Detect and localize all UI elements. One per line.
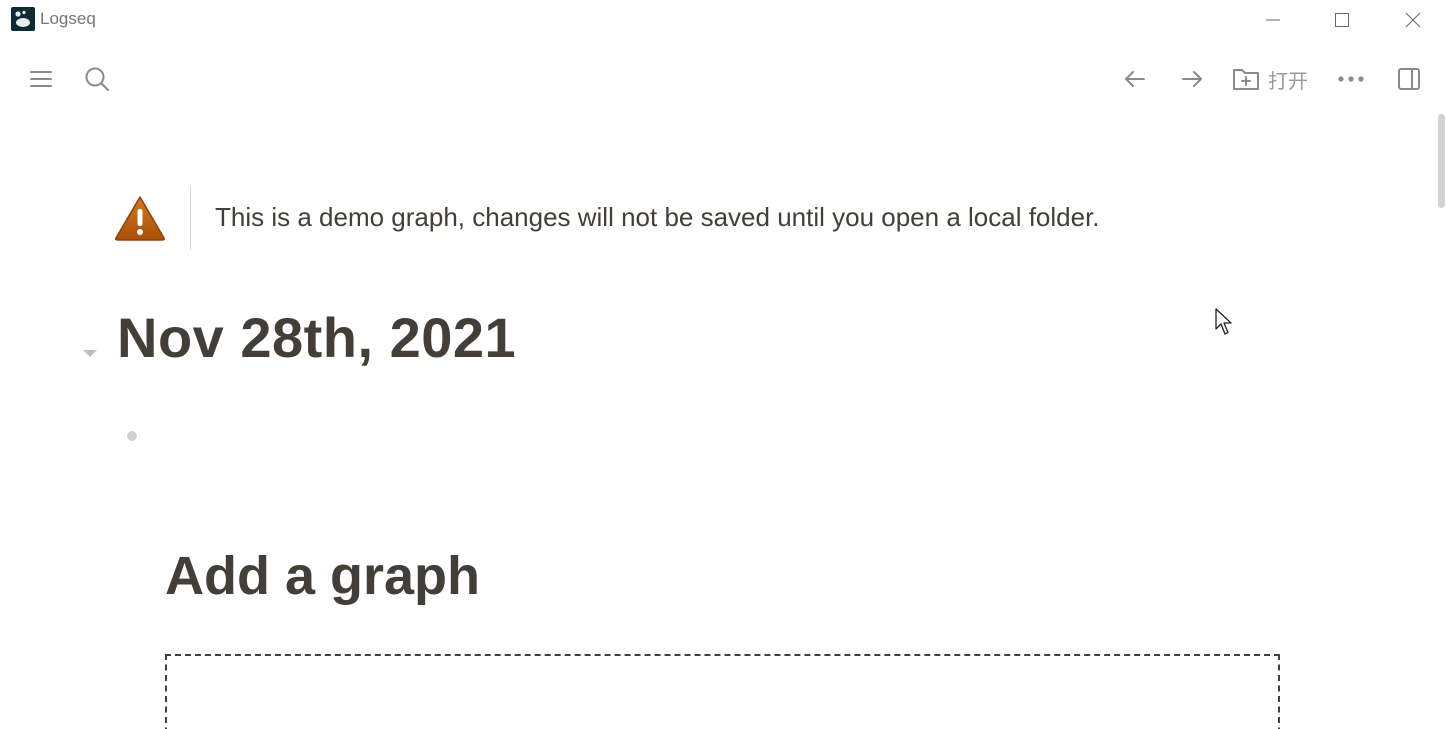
search-icon <box>85 67 109 91</box>
navigate-back-button[interactable] <box>1118 62 1152 96</box>
close-button[interactable] <box>1384 0 1442 40</box>
arrow-right-icon <box>1182 71 1202 87</box>
maximize-button[interactable] <box>1313 0 1371 40</box>
warning-icon <box>115 196 165 241</box>
close-icon <box>1405 12 1421 28</box>
logseq-logo-icon <box>11 7 35 31</box>
journal-page-title[interactable]: Nov 28th, 2021 <box>117 305 516 370</box>
open-folder-button[interactable]: 打开 <box>1232 62 1314 96</box>
maximize-icon <box>1335 13 1349 27</box>
navigate-forward-button[interactable] <box>1175 62 1209 96</box>
folder-plus-icon <box>1233 69 1259 90</box>
window-title: Logseq <box>40 9 96 28</box>
right-sidebar-toggle-button[interactable] <box>1392 62 1426 96</box>
logseq-window: Logseq 打开 This is a demo graph, changes … <box>0 0 1446 729</box>
sidebar-right-icon <box>1398 68 1420 90</box>
arrow-left-icon <box>1125 71 1145 87</box>
more-options-button[interactable] <box>1334 62 1368 96</box>
mouse-cursor-icon <box>1215 308 1232 335</box>
add-graph-drop-zone[interactable] <box>165 654 1280 729</box>
more-horizontal-icon <box>1338 76 1364 82</box>
menu-icon <box>30 71 52 87</box>
demo-graph-notice: This is a demo graph, changes will not b… <box>114 186 1214 250</box>
header-toolbar: 打开 <box>0 52 1446 106</box>
scrollbar-thumb[interactable] <box>1438 114 1445 208</box>
notice-divider <box>190 186 191 250</box>
search-button[interactable] <box>80 62 114 96</box>
minimize-icon <box>1266 19 1280 21</box>
add-graph-heading: Add a graph <box>165 546 481 606</box>
collapse-arrow-icon[interactable] <box>82 348 98 358</box>
notice-text: This is a demo graph, changes will not b… <box>215 202 1100 232</box>
left-sidebar-toggle-button[interactable] <box>25 62 57 96</box>
open-folder-label: 打开 <box>1268 68 1308 93</box>
title-bar: Logseq <box>0 0 1446 40</box>
empty-block-bullet[interactable] <box>127 431 137 441</box>
minimize-button[interactable] <box>1244 0 1302 40</box>
